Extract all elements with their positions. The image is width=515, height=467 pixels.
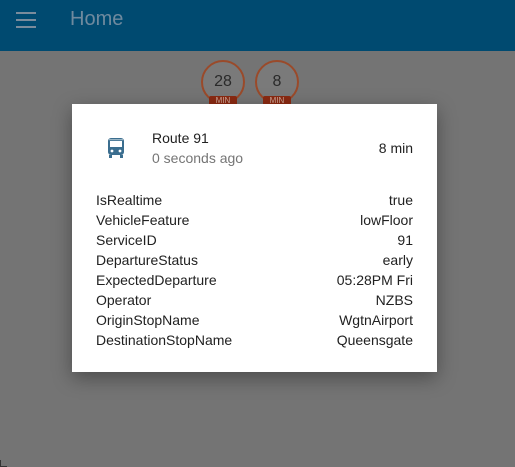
corner-marker — [0, 460, 7, 467]
badge-value: 28 — [214, 73, 232, 90]
page-title: Home — [70, 8, 124, 30]
property-key: Operator — [96, 292, 152, 308]
menu-icon-line — [16, 19, 36, 21]
menu-icon-line — [16, 26, 36, 28]
property-row: Operator NZBS — [96, 290, 413, 310]
menu-button[interactable] — [16, 12, 36, 28]
property-key: IsRealtime — [96, 192, 163, 208]
route-name: Route 91 — [152, 130, 209, 146]
property-key: DepartureStatus — [96, 252, 198, 268]
property-row: ExpectedDeparture 05:28PM Fri — [96, 270, 413, 290]
property-value: 05:28PM Fri — [336, 272, 413, 288]
eta-minutes: 8 min — [378, 140, 413, 156]
badge-value: 8 — [272, 73, 282, 90]
app-bar: Home — [0, 0, 515, 51]
property-row: OriginStopName WgtnAirport — [96, 310, 413, 330]
bus-icon — [108, 138, 124, 158]
property-key: ServiceID — [96, 232, 157, 248]
property-value: 91 — [397, 232, 413, 248]
property-key: DestinationStopName — [96, 332, 233, 348]
property-value: NZBS — [375, 292, 413, 308]
property-key: ExpectedDeparture — [96, 272, 217, 288]
property-key: VehicleFeature — [96, 212, 190, 228]
property-value: lowFloor — [360, 212, 413, 228]
property-value: Queensgate — [336, 332, 413, 348]
property-value: early — [382, 252, 413, 268]
property-row: IsRealtime true — [96, 190, 413, 210]
departure-properties: IsRealtime true VehicleFeature lowFloor … — [96, 190, 413, 350]
property-key: OriginStopName — [96, 312, 200, 328]
property-row: ServiceID 91 — [96, 230, 413, 250]
property-value: true — [388, 192, 413, 208]
departure-badge-2[interactable]: 8 MIN — [255, 60, 299, 106]
updated-time: 0 seconds ago — [152, 150, 244, 166]
property-row: DestinationStopName Queensgate — [96, 330, 413, 350]
property-row: DepartureStatus early — [96, 250, 413, 270]
menu-icon — [16, 12, 36, 14]
property-row: VehicleFeature lowFloor — [96, 210, 413, 230]
departure-badge-1[interactable]: 28 MIN — [201, 60, 245, 106]
property-value: WgtnAirport — [339, 312, 413, 328]
departure-details-dialog: Route 91 0 seconds ago 8 min IsRealtime … — [72, 104, 437, 372]
